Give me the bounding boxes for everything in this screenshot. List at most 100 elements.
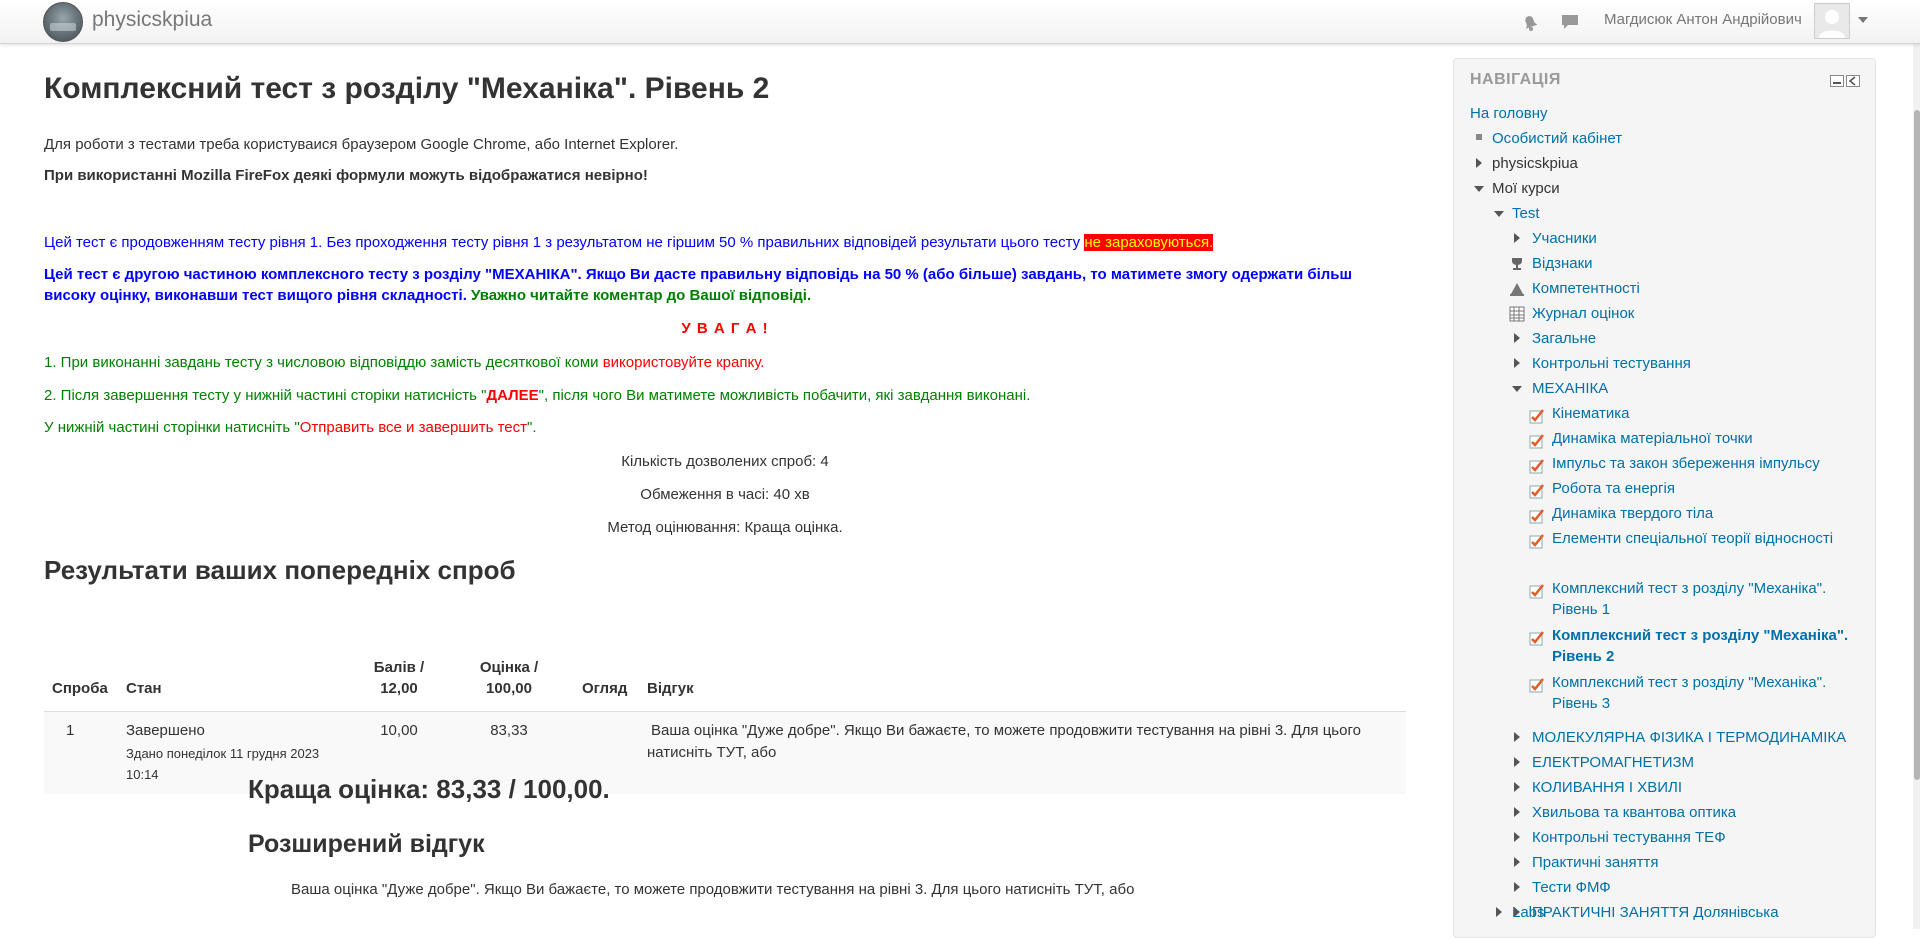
nav-course-section[interactable]: МОЛЕКУЛЯРНА ФІЗИКА І ТЕРМОДИНАМІКА <box>1532 727 1846 748</box>
competency-icon <box>1510 283 1524 296</box>
time-limit: Обмеження в часі: 40 хв <box>640 486 810 503</box>
collapse-arrow-icon[interactable] <box>1474 186 1484 192</box>
expand-arrow-icon[interactable] <box>1514 732 1520 742</box>
rule-next-text-a: 2. Після завершення тесту у нижній части… <box>44 387 487 404</box>
col-marks-max: 12,00 <box>380 680 418 697</box>
nav-competencies[interactable]: Компетентності <box>1532 278 1640 299</box>
quiz-checkmark-icon <box>1529 631 1544 646</box>
nav-quiz-level1-line2[interactable]: Рівень 1 <box>1552 599 1610 620</box>
expand-arrow-icon[interactable] <box>1514 857 1520 867</box>
col-feedback: Відгук <box>647 680 694 697</box>
read-comment-note: Уважно читайте коментар до Вашої відпові… <box>466 287 812 304</box>
nav-course-section[interactable]: Тести ФМФ <box>1532 877 1611 898</box>
nav-quiz-item[interactable]: Робота та енергія <box>1552 478 1675 499</box>
expand-arrow-icon[interactable] <box>1514 233 1520 243</box>
quiz-checkmark-icon <box>1529 678 1544 693</box>
rule-decimal-point: 1. При виконанні завдань тесту з числово… <box>44 354 764 371</box>
nav-site[interactable]: physicskpiua <box>1492 153 1578 174</box>
overall-feedback-text: Ваша оцінка "Дуже добре". Якщо Ви бажаєт… <box>291 881 1135 898</box>
nav-dashboard[interactable]: Особистий кабінет <box>1492 128 1622 149</box>
attempt-submitted-time: 10:14 <box>126 767 159 782</box>
attempt-marks: 10,00 <box>380 722 418 739</box>
nav-quiz-level2-line1[interactable]: Комплексний тест з розділу "Механіка". <box>1552 625 1848 646</box>
expand-arrow-icon[interactable] <box>1476 158 1482 168</box>
col-grade: Оцінка / 100,00 <box>469 657 549 699</box>
rule-submit-text-b: ". <box>527 419 537 436</box>
prerequisite-note: Цей тест є продовженням тесту рівня 1. Б… <box>44 234 1214 251</box>
nav-course-section[interactable]: Контрольні тестування ТЕФ <box>1532 827 1726 848</box>
attempt-submitted-date: Здано понеділок 11 грудня 2023 <box>126 746 320 761</box>
quiz-checkmark-icon <box>1529 434 1544 449</box>
user-menu-caret-icon[interactable] <box>1858 16 1868 24</box>
nav-course-section[interactable]: Практичні заняття <box>1532 852 1659 873</box>
nav-quiz-item[interactable]: Елементи спеціальної теорії відносності <box>1552 528 1833 549</box>
messages-chat-icon[interactable] <box>1559 11 1581 33</box>
attempts-allowed: Кількість дозволених спроб: 4 <box>621 453 829 470</box>
expand-arrow-icon[interactable] <box>1514 807 1520 817</box>
nav-course-section[interactable]: ЕЛЕКТРОМАГНЕТИЗМ <box>1532 752 1694 773</box>
best-grade: Краща оцінка: 83,33 / 100,00. <box>248 774 610 804</box>
rule-submit-highlight: Отправить все и завершить тест <box>299 419 527 436</box>
rule-next-highlight: ДАЛЕЕ <box>486 387 539 404</box>
attempt-grade: 83,33 <box>490 722 528 739</box>
nav-section-control-tests[interactable]: Контрольні тестування <box>1532 353 1691 374</box>
notifications-bell-icon[interactable] <box>1519 11 1541 33</box>
user-avatar[interactable] <box>1814 3 1850 39</box>
level-info-line2: високу оцінку, виконавши тест вищого рів… <box>44 287 811 304</box>
nav-quiz-level3-line2[interactable]: Рівень 3 <box>1552 693 1610 714</box>
prerequisite-text: Цей тест є продовженням тесту рівня 1. Б… <box>44 234 1085 251</box>
expand-arrow-icon[interactable] <box>1514 333 1520 343</box>
site-brand[interactable]: physicskpiua <box>92 8 212 32</box>
rule-decimal-text: 1. При виконанні завдань тесту з числово… <box>44 354 603 371</box>
nav-my-courses[interactable]: Мої курси <box>1492 178 1560 199</box>
collapse-arrow-icon[interactable] <box>1512 386 1522 392</box>
expand-arrow-icon[interactable] <box>1514 907 1520 917</box>
level-info-line2-text: високу оцінку, виконавши тест вищого рів… <box>44 287 467 304</box>
not-counted-highlight: не зараховуються. <box>1084 234 1214 251</box>
expand-arrow-icon[interactable] <box>1514 832 1520 842</box>
expand-arrow-icon[interactable] <box>1496 907 1502 917</box>
quiz-checkmark-icon <box>1529 484 1544 499</box>
rule-next-button: 2. Після завершення тесту у нижній части… <box>44 387 1030 404</box>
nav-quiz-item[interactable]: Кінематика <box>1552 403 1630 424</box>
col-grade-label: Оцінка / <box>479 659 539 676</box>
nav-section-general[interactable]: Загальне <box>1532 328 1596 349</box>
col-marks-label: Балів / <box>373 659 425 676</box>
intro-firefox-warning: При використанні Mozilla FireFox деякі ф… <box>44 167 648 184</box>
nav-course-test[interactable]: Test <box>1512 203 1540 224</box>
block-hide-icon[interactable] <box>1830 75 1844 87</box>
nav-section-mechanics[interactable]: МЕХАНІКА <box>1532 378 1608 399</box>
col-review: Огляд <box>582 680 628 697</box>
nav-grades[interactable]: Журнал оцінок <box>1532 303 1634 324</box>
page-title: Комплексний тест з розділу "Механіка". Р… <box>44 72 770 105</box>
expand-arrow-icon[interactable] <box>1514 757 1520 767</box>
nav-quiz-level1-line1[interactable]: Комплексний тест з розділу "Механіка". <box>1552 578 1826 599</box>
nav-badges[interactable]: Відзнаки <box>1532 253 1593 274</box>
grading-method: Метод оцінювання: Краща оцінка. <box>607 519 843 536</box>
expand-arrow-icon[interactable] <box>1514 782 1520 792</box>
attempt-feedback-line1: Ваша оцінка "Дуже добре". Якщо Ви бажаєт… <box>651 722 1361 739</box>
expand-arrow-icon[interactable] <box>1514 882 1520 892</box>
nav-quiz-level3-line1[interactable]: Комплексний тест з розділу "Механіка". <box>1552 672 1826 693</box>
nav-participants[interactable]: Учасники <box>1532 228 1597 249</box>
user-menu-name[interactable]: Магдисюк Антон Андрійович <box>1604 11 1802 28</box>
col-marks: Балів / 12,00 <box>364 657 434 699</box>
intro-browser-note: Для роботи з тестами треба користуваися … <box>44 136 679 153</box>
page-scrollbar-thumb[interactable] <box>1914 110 1920 780</box>
nav-quiz-level2-line2[interactable]: Рівень 2 <box>1552 646 1614 667</box>
nav-course-section[interactable]: КОЛИВАННЯ І ХВИЛІ <box>1532 777 1682 798</box>
nav-quiz-item[interactable]: Імпульс та закон збереження імпульсу <box>1552 453 1820 474</box>
nav-quiz-item[interactable]: Динаміка твердого тіла <box>1552 503 1713 524</box>
collapse-arrow-icon[interactable] <box>1494 211 1504 217</box>
block-dock-icon[interactable] <box>1846 75 1860 87</box>
navigation-block-title: НАВІГАЦІЯ <box>1470 71 1561 88</box>
expand-arrow-icon[interactable] <box>1514 358 1520 368</box>
nav-course-section[interactable]: ПРАКТИЧНІ ЗАНЯТТЯ Долянівська <box>1532 902 1779 923</box>
nav-course-section[interactable]: Хвильова та квантова оптика <box>1532 802 1736 823</box>
navigation-block: НАВІГАЦІЯ На головну Особистий кабінет p… <box>1453 58 1876 938</box>
nav-quiz-item[interactable]: Динаміка матеріальної точки <box>1552 428 1753 449</box>
nav-home[interactable]: На головну <box>1470 103 1548 124</box>
level-info-line1: Цей тест є другою частиною комплексного … <box>44 266 1353 283</box>
attempt-number: 1 <box>66 722 75 739</box>
site-logo-icon[interactable] <box>43 2 83 42</box>
